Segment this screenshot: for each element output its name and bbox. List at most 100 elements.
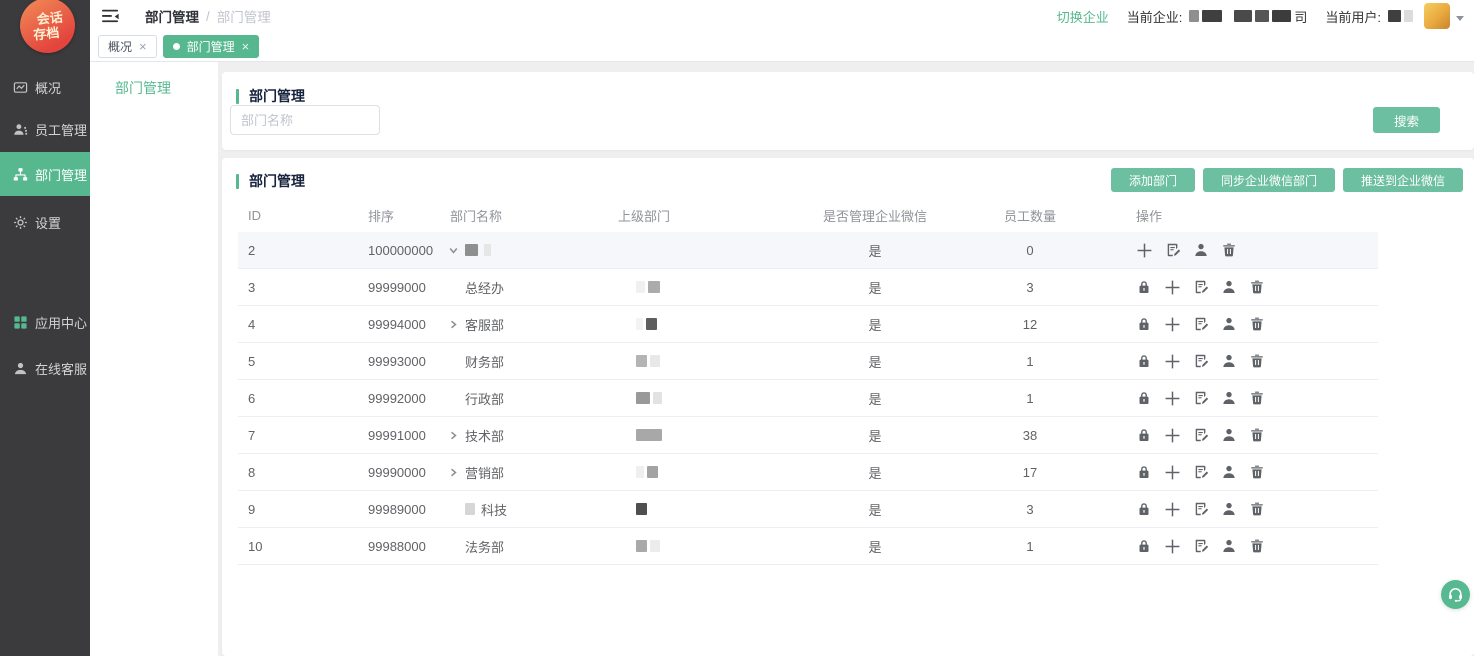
lock-icon[interactable] <box>1136 316 1152 332</box>
table-row: 2100000000是0 <box>238 232 1378 269</box>
lock-icon[interactable] <box>1136 427 1152 443</box>
trash-icon[interactable] <box>1249 279 1265 295</box>
cell-operations <box>1110 538 1378 555</box>
tab-close-icon[interactable]: × <box>139 40 147 53</box>
trash-icon[interactable] <box>1249 427 1265 443</box>
tab-close-icon[interactable]: × <box>242 40 250 53</box>
redacted-block <box>1388 10 1401 22</box>
push-to-wecom-button[interactable]: 推送到企业微信 <box>1343 168 1463 192</box>
column-header: 上级部门 <box>608 206 800 225</box>
edit-icon[interactable] <box>1193 464 1209 480</box>
cell-id: 9 <box>238 502 358 517</box>
customer-service-float-button[interactable] <box>1441 580 1470 609</box>
tab-2[interactable]: 部门管理× <box>163 35 260 58</box>
trash-icon[interactable] <box>1249 353 1265 369</box>
edit-icon[interactable] <box>1193 427 1209 443</box>
trash-icon[interactable] <box>1249 538 1265 554</box>
sidebar-item-1[interactable]: 概况 <box>0 65 90 109</box>
search-button[interactable]: 搜索 <box>1373 107 1440 133</box>
plus-icon[interactable] <box>1164 464 1181 481</box>
plus-icon[interactable] <box>1164 279 1181 296</box>
edit-icon[interactable] <box>1193 279 1209 295</box>
plus-icon[interactable] <box>1164 501 1181 518</box>
trash-icon[interactable] <box>1249 501 1265 517</box>
user-avatar[interactable] <box>1424 3 1450 29</box>
table-row: 899990000营销部是17 <box>238 454 1378 491</box>
edit-icon[interactable] <box>1193 538 1209 554</box>
user-icon[interactable] <box>1221 353 1237 369</box>
lock-icon[interactable] <box>1136 279 1152 295</box>
support-icon <box>13 361 28 376</box>
sidebar-item-3[interactable]: 部门管理 <box>0 152 90 196</box>
user-icon[interactable] <box>1193 242 1209 258</box>
submenu-item-1[interactable]: 部门管理 <box>90 68 218 108</box>
user-icon[interactable] <box>1221 427 1237 443</box>
chevron-right-icon[interactable] <box>448 467 459 478</box>
plus-icon[interactable] <box>1164 353 1181 370</box>
chevron-right-icon[interactable] <box>448 430 459 441</box>
edit-icon[interactable] <box>1193 316 1209 332</box>
cell-manage-wecom: 是 <box>800 537 950 556</box>
edit-icon[interactable] <box>1193 501 1209 517</box>
cell-department-name: 总经办 <box>438 278 608 297</box>
cell-employee-count: 3 <box>950 502 1110 517</box>
plus-icon[interactable] <box>1164 316 1181 333</box>
cell-employee-count: 1 <box>950 391 1110 406</box>
breadcrumb-item-1[interactable]: 部门管理 <box>145 6 199 26</box>
cell-employee-count: 12 <box>950 317 1110 332</box>
table-row: 499994000客服部是12 <box>238 306 1378 343</box>
edit-icon[interactable] <box>1193 353 1209 369</box>
department-name-input[interactable] <box>230 105 380 135</box>
cell-operations <box>1110 279 1378 296</box>
redacted-block <box>648 281 660 293</box>
chevron-down-icon[interactable] <box>448 245 459 256</box>
lock-icon[interactable] <box>1136 390 1152 406</box>
lock-icon[interactable] <box>1136 464 1152 480</box>
user-icon[interactable] <box>1221 538 1237 554</box>
column-header: 操作 <box>1110 206 1378 225</box>
search-panel-title-text: 部门管理 <box>249 86 305 106</box>
redacted-block <box>650 540 660 552</box>
sidebar-item-2[interactable]: 员工管理 <box>0 107 90 151</box>
lock-icon[interactable] <box>1136 538 1152 554</box>
chevron-right-icon[interactable] <box>448 319 459 330</box>
redacted-block <box>636 503 647 515</box>
trash-icon[interactable] <box>1249 316 1265 332</box>
user-icon[interactable] <box>1221 501 1237 517</box>
topbar-right: 切换企业 当前企业: 司 当前用户: <box>1057 3 1464 29</box>
cell-operations <box>1110 427 1378 444</box>
trash-icon[interactable] <box>1221 242 1237 258</box>
cell-operations <box>1110 316 1378 333</box>
plus-icon[interactable] <box>1136 242 1153 259</box>
tab-1[interactable]: 概况× <box>98 35 157 58</box>
cell-parent-department <box>608 429 800 441</box>
sidebar-item-5[interactable]: 应用中心 <box>0 300 90 344</box>
plus-icon[interactable] <box>1164 390 1181 407</box>
collapse-menu-icon[interactable] <box>102 9 119 23</box>
user-icon[interactable] <box>1221 464 1237 480</box>
trash-icon[interactable] <box>1249 464 1265 480</box>
edit-icon[interactable] <box>1193 390 1209 406</box>
sidebar-item-4[interactable]: 设置 <box>0 200 90 244</box>
secondary-sidebar: 部门管理 <box>90 62 218 656</box>
plus-icon[interactable] <box>1164 427 1181 444</box>
user-icon[interactable] <box>1221 316 1237 332</box>
apps-icon <box>13 315 28 330</box>
plus-icon[interactable] <box>1164 538 1181 555</box>
settings-icon <box>13 215 28 230</box>
add-department-button[interactable]: 添加部门 <box>1111 168 1195 192</box>
user-icon[interactable] <box>1221 390 1237 406</box>
title-accent-bar <box>236 174 239 189</box>
switch-company-link[interactable]: 切换企业 <box>1057 7 1109 26</box>
trash-icon[interactable] <box>1249 390 1265 406</box>
table-row: 799991000技术部是38 <box>238 417 1378 454</box>
cell-sort: 99999000 <box>358 280 438 295</box>
user-menu-caret-icon[interactable] <box>1456 16 1464 21</box>
lock-icon[interactable] <box>1136 501 1152 517</box>
lock-icon[interactable] <box>1136 353 1152 369</box>
cell-employee-count: 0 <box>950 243 1110 258</box>
sidebar-item-6[interactable]: 在线客服 <box>0 346 90 390</box>
user-icon[interactable] <box>1221 279 1237 295</box>
sync-wecom-departments-button[interactable]: 同步企业微信部门 <box>1203 168 1335 192</box>
edit-icon[interactable] <box>1165 242 1181 258</box>
